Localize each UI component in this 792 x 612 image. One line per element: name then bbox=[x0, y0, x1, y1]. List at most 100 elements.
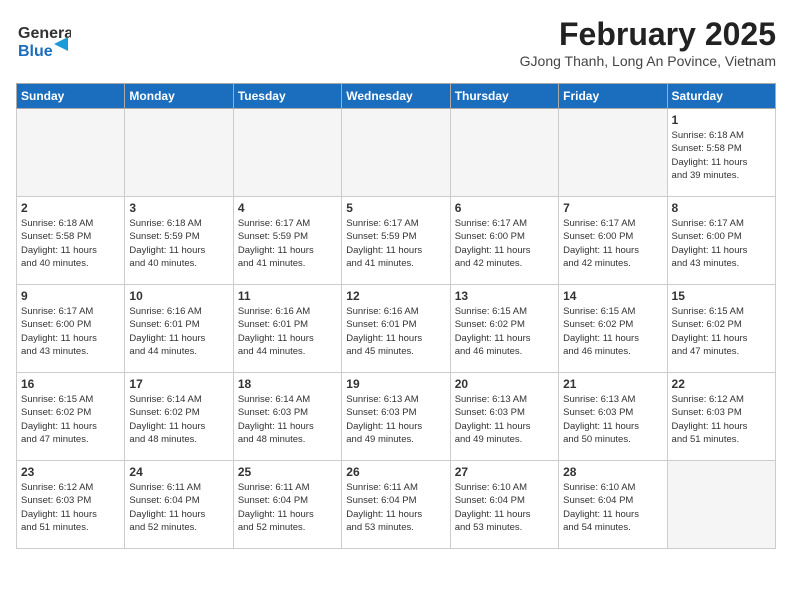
day-info: Sunrise: 6:18 AM Sunset: 5:58 PM Dayligh… bbox=[21, 217, 120, 270]
calendar-cell: 16 Sunrise: 6:15 AM Sunset: 6:02 PM Dayli… bbox=[17, 373, 125, 461]
svg-text:General: General bbox=[18, 25, 71, 42]
day-number: 15 bbox=[672, 289, 771, 303]
calendar-cell: 24 Sunrise: 6:11 AM Sunset: 6:04 PM Dayli… bbox=[125, 461, 233, 549]
day-number: 13 bbox=[455, 289, 554, 303]
svg-text:Blue: Blue bbox=[18, 43, 53, 60]
day-info: Sunrise: 6:17 AM Sunset: 6:00 PM Dayligh… bbox=[672, 217, 771, 270]
day-number: 16 bbox=[21, 377, 120, 391]
calendar-cell: 27 Sunrise: 6:10 AM Sunset: 6:04 PM Dayli… bbox=[450, 461, 558, 549]
weekday-header: Tuesday bbox=[233, 84, 341, 109]
weekday-header: Saturday bbox=[667, 84, 775, 109]
calendar-week-row: 16 Sunrise: 6:15 AM Sunset: 6:02 PM Dayli… bbox=[17, 373, 776, 461]
day-info: Sunrise: 6:17 AM Sunset: 5:59 PM Dayligh… bbox=[346, 217, 445, 270]
day-info: Sunrise: 6:11 AM Sunset: 6:04 PM Dayligh… bbox=[129, 481, 228, 534]
calendar-week-row: 2 Sunrise: 6:18 AM Sunset: 5:58 PM Daylig… bbox=[17, 197, 776, 285]
calendar-cell: 20 Sunrise: 6:13 AM Sunset: 6:03 PM Dayli… bbox=[450, 373, 558, 461]
day-info: Sunrise: 6:16 AM Sunset: 6:01 PM Dayligh… bbox=[238, 305, 337, 358]
day-info: Sunrise: 6:18 AM Sunset: 5:59 PM Dayligh… bbox=[129, 217, 228, 270]
weekday-header: Friday bbox=[559, 84, 667, 109]
calendar-cell: 8 Sunrise: 6:17 AM Sunset: 6:00 PM Daylig… bbox=[667, 197, 775, 285]
day-info: Sunrise: 6:10 AM Sunset: 6:04 PM Dayligh… bbox=[455, 481, 554, 534]
day-info: Sunrise: 6:17 AM Sunset: 6:00 PM Dayligh… bbox=[455, 217, 554, 270]
calendar-table: SundayMondayTuesdayWednesdayThursdayFrid… bbox=[16, 83, 776, 549]
calendar-cell: 17Sunrise: 6:14 AM Sunset: 6:02 PM Dayli… bbox=[125, 373, 233, 461]
day-number: 6 bbox=[455, 201, 554, 215]
calendar-subtitle: GJong Thanh, Long An Povince, Vietnam bbox=[520, 53, 776, 69]
day-number: 4 bbox=[238, 201, 337, 215]
day-number: 26 bbox=[346, 465, 445, 479]
calendar-cell bbox=[125, 109, 233, 197]
calendar-cell bbox=[667, 461, 775, 549]
calendar-cell: 22Sunrise: 6:12 AM Sunset: 6:03 PM Dayli… bbox=[667, 373, 775, 461]
calendar-week-row: 1 Sunrise: 6:18 AM Sunset: 5:58 PM Daylig… bbox=[17, 109, 776, 197]
day-info: Sunrise: 6:13 AM Sunset: 6:03 PM Dayligh… bbox=[455, 393, 554, 446]
calendar-cell: 26 Sunrise: 6:11 AM Sunset: 6:04 PM Dayli… bbox=[342, 461, 450, 549]
day-number: 9 bbox=[21, 289, 120, 303]
calendar-cell bbox=[559, 109, 667, 197]
calendar-cell: 28 Sunrise: 6:10 AM Sunset: 6:04 PM Dayli… bbox=[559, 461, 667, 549]
day-info: Sunrise: 6:17 AM Sunset: 6:00 PM Dayligh… bbox=[563, 217, 662, 270]
weekday-header: Monday bbox=[125, 84, 233, 109]
day-info: Sunrise: 6:18 AM Sunset: 5:58 PM Dayligh… bbox=[672, 129, 771, 182]
day-info: Sunrise: 6:13 AM Sunset: 6:03 PM Dayligh… bbox=[563, 393, 662, 446]
day-number: 27 bbox=[455, 465, 554, 479]
title-area: February 2025 GJong Thanh, Long An Povin… bbox=[520, 16, 776, 69]
day-number: 24 bbox=[129, 465, 228, 479]
day-info: Sunrise: 6:14 AM Sunset: 6:03 PM Dayligh… bbox=[238, 393, 337, 446]
weekday-header: Sunday bbox=[17, 84, 125, 109]
day-number: 18 bbox=[238, 377, 337, 391]
day-info: Sunrise: 6:15 AM Sunset: 6:02 PM Dayligh… bbox=[672, 305, 771, 358]
calendar-cell: 23 Sunrise: 6:12 AM Sunset: 6:03 PM Dayli… bbox=[17, 461, 125, 549]
calendar-cell: 7 Sunrise: 6:17 AM Sunset: 6:00 PM Daylig… bbox=[559, 197, 667, 285]
day-number: 19 bbox=[346, 377, 445, 391]
day-info: Sunrise: 6:15 AM Sunset: 6:02 PM Dayligh… bbox=[563, 305, 662, 358]
day-number: 8 bbox=[672, 201, 771, 215]
day-number: 3 bbox=[129, 201, 228, 215]
day-info: Sunrise: 6:11 AM Sunset: 6:04 PM Dayligh… bbox=[238, 481, 337, 534]
calendar-cell: 14 Sunrise: 6:15 AM Sunset: 6:02 PM Dayli… bbox=[559, 285, 667, 373]
calendar-cell: 5 Sunrise: 6:17 AM Sunset: 5:59 PM Daylig… bbox=[342, 197, 450, 285]
day-number: 23 bbox=[21, 465, 120, 479]
calendar-cell bbox=[233, 109, 341, 197]
day-number: 20 bbox=[455, 377, 554, 391]
day-info: Sunrise: 6:11 AM Sunset: 6:04 PM Dayligh… bbox=[346, 481, 445, 534]
calendar-cell: 3 Sunrise: 6:18 AM Sunset: 5:59 PM Daylig… bbox=[125, 197, 233, 285]
day-number: 12 bbox=[346, 289, 445, 303]
calendar-cell: 2 Sunrise: 6:18 AM Sunset: 5:58 PM Daylig… bbox=[17, 197, 125, 285]
calendar-cell: 1 Sunrise: 6:18 AM Sunset: 5:58 PM Daylig… bbox=[667, 109, 775, 197]
day-info: Sunrise: 6:15 AM Sunset: 6:02 PM Dayligh… bbox=[455, 305, 554, 358]
day-info: Sunrise: 6:12 AM Sunset: 6:03 PM Dayligh… bbox=[21, 481, 120, 534]
calendar-cell: 21 Sunrise: 6:13 AM Sunset: 6:03 PM Dayli… bbox=[559, 373, 667, 461]
calendar-cell: 12Sunrise: 6:16 AM Sunset: 6:01 PM Dayli… bbox=[342, 285, 450, 373]
day-info: Sunrise: 6:12 AM Sunset: 6:03 PM Dayligh… bbox=[672, 393, 771, 446]
day-info: Sunrise: 6:15 AM Sunset: 6:02 PM Dayligh… bbox=[21, 393, 120, 446]
calendar-cell: 15 Sunrise: 6:15 AM Sunset: 6:02 PM Dayli… bbox=[667, 285, 775, 373]
day-number: 14 bbox=[563, 289, 662, 303]
day-number: 7 bbox=[563, 201, 662, 215]
day-number: 17 bbox=[129, 377, 228, 391]
calendar-title: February 2025 bbox=[520, 16, 776, 53]
day-number: 11 bbox=[238, 289, 337, 303]
calendar-cell bbox=[342, 109, 450, 197]
calendar-cell: 9 Sunrise: 6:17 AM Sunset: 6:00 PM Daylig… bbox=[17, 285, 125, 373]
day-number: 28 bbox=[563, 465, 662, 479]
calendar-cell bbox=[450, 109, 558, 197]
day-info: Sunrise: 6:17 AM Sunset: 6:00 PM Dayligh… bbox=[21, 305, 120, 358]
header: General Blue February 2025 GJong Thanh, … bbox=[16, 16, 776, 71]
day-number: 21 bbox=[563, 377, 662, 391]
day-number: 25 bbox=[238, 465, 337, 479]
calendar-cell: 19 Sunrise: 6:13 AM Sunset: 6:03 PM Dayli… bbox=[342, 373, 450, 461]
weekday-header: Wednesday bbox=[342, 84, 450, 109]
calendar-cell: 10 Sunrise: 6:16 AM Sunset: 6:01 PM Dayli… bbox=[125, 285, 233, 373]
day-info: Sunrise: 6:16 AM Sunset: 6:01 PM Dayligh… bbox=[129, 305, 228, 358]
calendar-cell: 13 Sunrise: 6:15 AM Sunset: 6:02 PM Dayli… bbox=[450, 285, 558, 373]
day-info: Sunrise: 6:10 AM Sunset: 6:04 PM Dayligh… bbox=[563, 481, 662, 534]
calendar-week-row: 23 Sunrise: 6:12 AM Sunset: 6:03 PM Dayli… bbox=[17, 461, 776, 549]
day-number: 1 bbox=[672, 113, 771, 127]
day-number: 10 bbox=[129, 289, 228, 303]
calendar-cell bbox=[17, 109, 125, 197]
calendar-header-row: SundayMondayTuesdayWednesdayThursdayFrid… bbox=[17, 84, 776, 109]
day-number: 5 bbox=[346, 201, 445, 215]
day-info: Sunrise: 6:13 AM Sunset: 6:03 PM Dayligh… bbox=[346, 393, 445, 446]
day-number: 2 bbox=[21, 201, 120, 215]
